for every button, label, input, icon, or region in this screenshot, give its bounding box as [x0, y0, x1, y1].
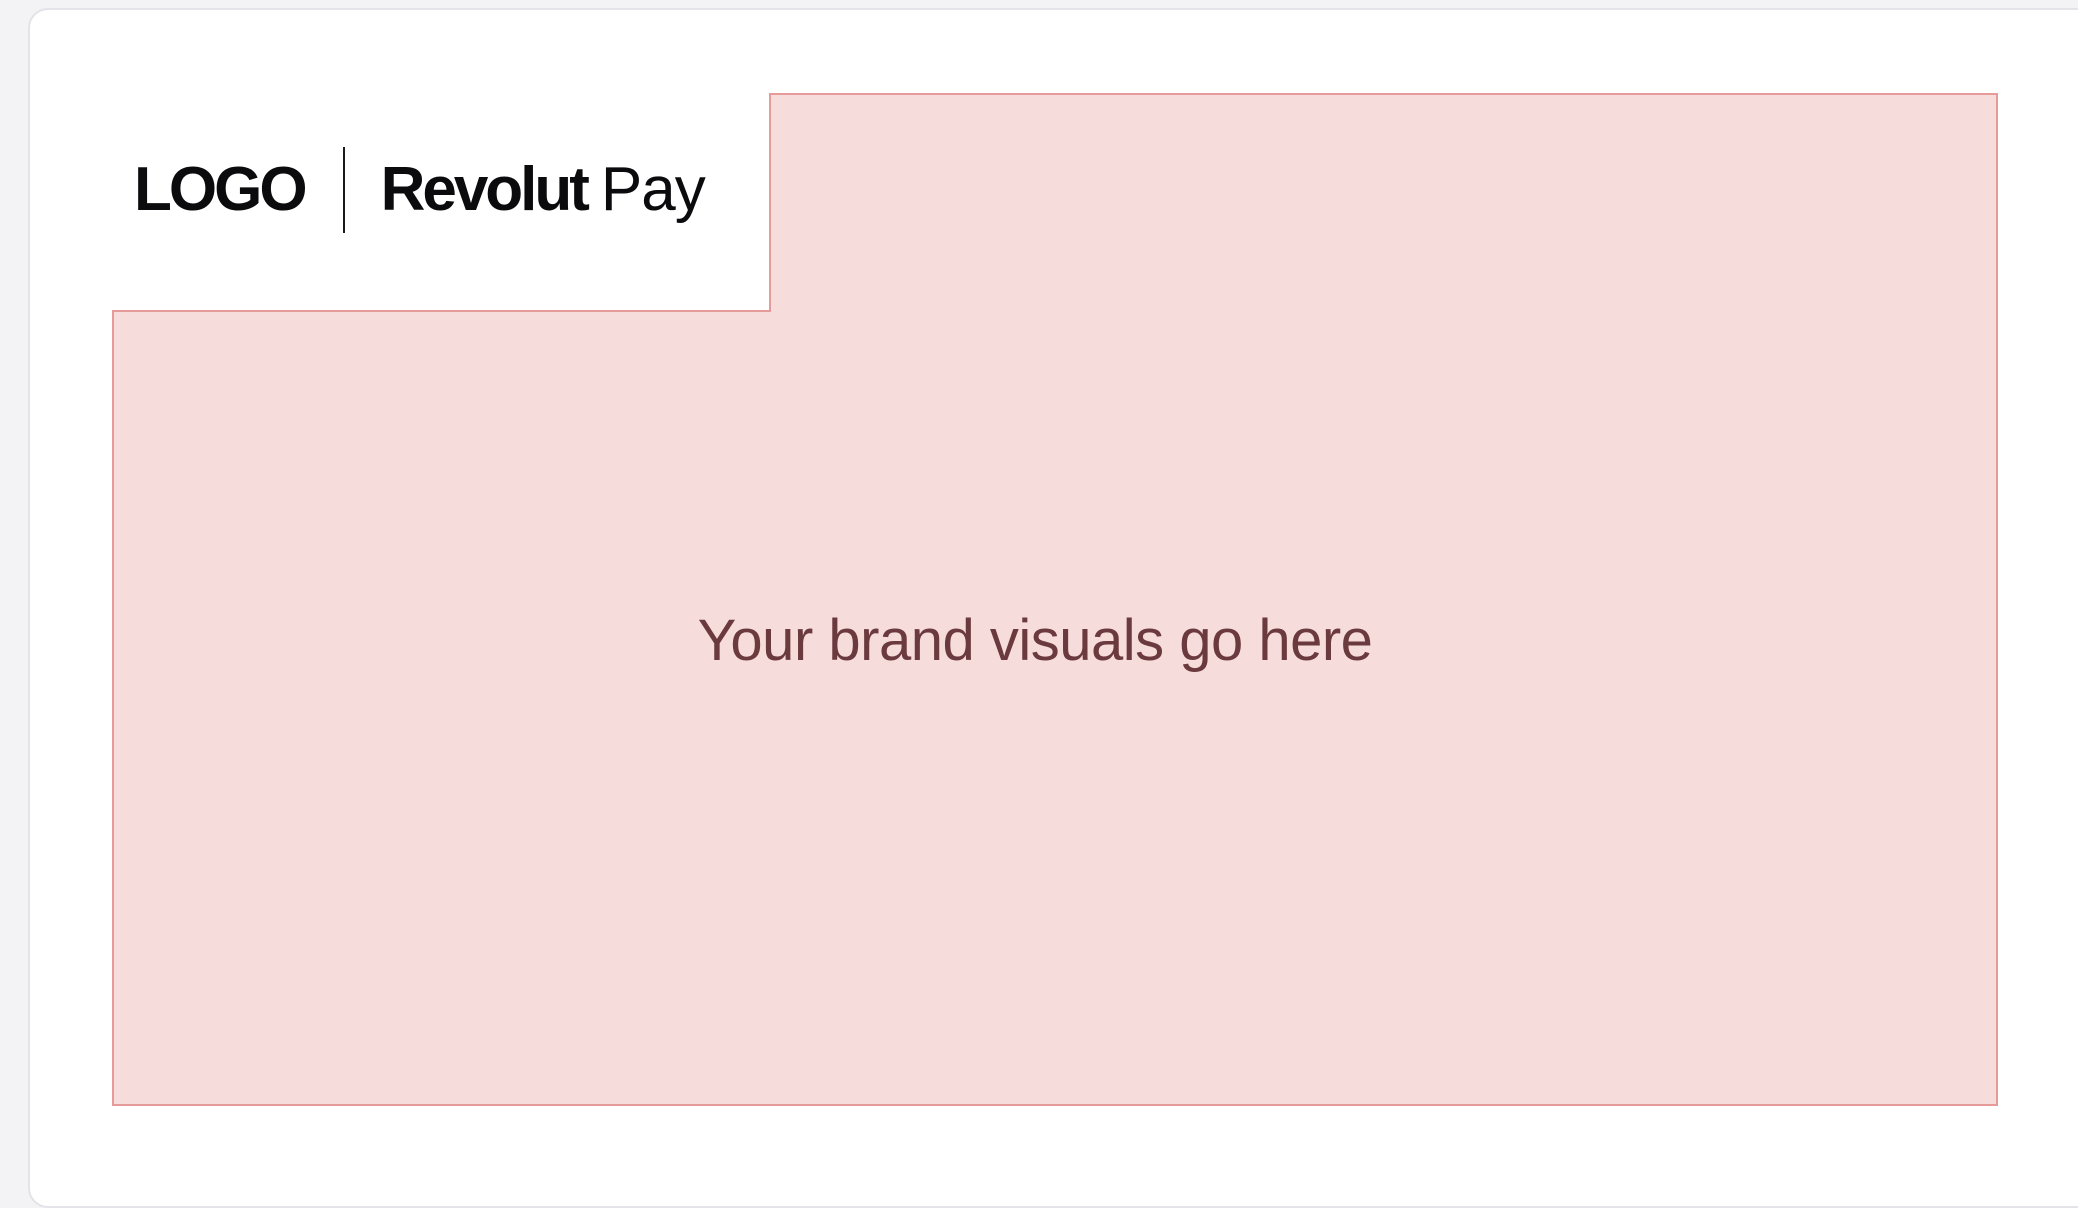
- pay-wordmark: Pay: [600, 155, 706, 224]
- brand-lockup: LOGO Revolut Pay: [134, 140, 706, 240]
- brand-visuals-placeholder-text: Your brand visuals go here: [698, 608, 1373, 673]
- revolut-wordmark: Revolut: [380, 155, 590, 224]
- revolut-pay-logo: Revolut Pay: [380, 155, 706, 224]
- merchant-logo-placeholder: LOGO: [134, 155, 308, 224]
- lockup-divider: [342, 147, 345, 233]
- brand-visuals-placeholder: [112, 93, 1998, 1106]
